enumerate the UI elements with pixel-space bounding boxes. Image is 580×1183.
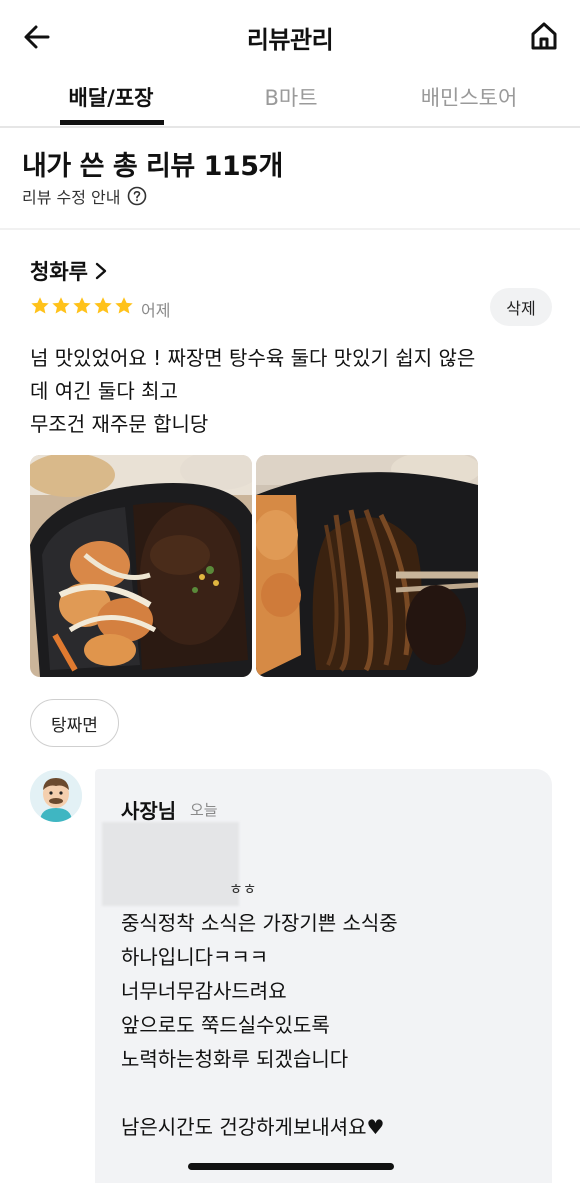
owner-reply-date: 오늘 xyxy=(190,801,218,819)
star-rating xyxy=(30,296,134,316)
edit-guide-link[interactable]: 리뷰 수정 안내 xyxy=(22,184,147,208)
review-text-line: 넘 맛있었어요 ! 짜장면 탕수육 둘다 맛있기 쉽지 않은 xyxy=(30,346,476,370)
review-tabs: 배달/포장 B마트 배민스토어 xyxy=(0,72,580,128)
tab-bmart[interactable]: B마트 xyxy=(246,82,336,112)
page-title: 리뷰관리 xyxy=(246,26,334,54)
tab-delivery[interactable]: 배달/포장 xyxy=(58,82,164,112)
review-photo[interactable] xyxy=(30,455,252,677)
review-count-title: 내가 쓴 총 리뷰 115개 xyxy=(22,151,283,182)
edit-guide-label: 리뷰 수정 안내 xyxy=(22,188,121,207)
owner-name: 사장님 xyxy=(121,799,177,823)
review-photo[interactable] xyxy=(256,455,478,677)
question-circle-icon[interactable] xyxy=(127,186,147,206)
menu-chip[interactable]: 탕짜면 xyxy=(30,699,119,747)
app-header: 리뷰관리 xyxy=(0,0,580,72)
star-icon xyxy=(115,297,133,314)
chevron-right-icon xyxy=(94,262,108,280)
section-divider xyxy=(0,228,580,230)
store-name: 청화루 xyxy=(30,260,88,284)
star-icon xyxy=(52,297,70,314)
home-button[interactable] xyxy=(526,18,562,54)
food-photo-tangsuyuk-icon xyxy=(30,455,252,677)
owner-reply-line xyxy=(121,1076,541,1110)
home-indicator[interactable] xyxy=(188,1163,394,1170)
review-text: 넘 맛있었어요 ! 짜장면 탕수육 둘다 맛있기 쉽지 않은 데 여긴 둘다 최… xyxy=(30,342,550,441)
owner-reply-line: 남은시간도 건강하게보내셔요♥ xyxy=(121,1115,385,1139)
review-text-line: 무조건 재주문 합니당 xyxy=(30,412,209,436)
avatar xyxy=(30,770,82,822)
owner-reply-line: ㅎㅎ xyxy=(229,880,257,898)
review-text-line: 데 여긴 둘다 최고 xyxy=(30,379,178,403)
owner-reply-line: 너무너무감사드려요 xyxy=(121,979,287,1003)
star-icon xyxy=(73,297,91,314)
owner-reply-line: 앞으로도 쭉드실수있도록 xyxy=(121,1013,330,1037)
star-icon xyxy=(94,297,112,314)
owner-reply-line: 노력하는청화루 되겠습니다 xyxy=(121,1047,349,1071)
owner-avatar-icon xyxy=(30,770,82,822)
food-photo-jjajangmyeon-icon xyxy=(256,455,478,677)
home-icon xyxy=(531,22,557,50)
review-date: 어제 xyxy=(141,301,171,320)
owner-reply-text: ㅎㅎ 중식정착 소식은 가장기쁜 소식중 하나입니다ㅋㅋㅋ 너무너무감사드려요 … xyxy=(121,872,541,1144)
star-icon xyxy=(31,297,49,314)
store-name-link[interactable]: 청화루 xyxy=(30,256,108,286)
owner-reply-line: 중식정착 소식은 가장기쁜 소식중 xyxy=(121,911,398,935)
owner-reply-line: 하나입니다ㅋㅋㅋ xyxy=(121,945,269,969)
active-tab-indicator xyxy=(60,120,164,125)
delete-button[interactable]: 삭제 xyxy=(490,288,552,326)
tab-baemin-store[interactable]: 배민스토어 xyxy=(404,82,534,112)
